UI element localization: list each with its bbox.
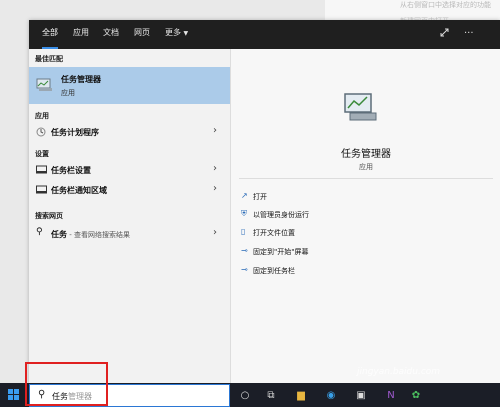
list-item-taskbar-settings[interactable]: 任务栏设置 ›: [29, 160, 230, 180]
tab-documents[interactable]: 文档: [103, 20, 119, 49]
apps-header: 应用: [35, 112, 49, 120]
chevron-right-icon[interactable]: ›: [213, 183, 217, 194]
action-open-file-location[interactable]: 打开文件位置: [253, 228, 295, 238]
action-run-as-admin[interactable]: 以管理员身份运行: [253, 210, 309, 220]
action-pin-to-start[interactable]: 固定到"开始"屏幕: [253, 247, 308, 257]
task-manager-icon: [343, 90, 379, 126]
web-search-header: 搜索网页: [35, 212, 63, 220]
edge-browser-icon[interactable]: ◉: [320, 384, 342, 407]
chevron-down-icon: ▼: [183, 30, 189, 37]
list-item-label: 任务计划程序: [51, 128, 99, 137]
list-item-web-search[interactable]: ⚲ 任务 - 查看网络搜索结果 ›: [29, 224, 230, 244]
action-pin-to-taskbar[interactable]: 固定到任务栏: [253, 266, 295, 276]
task-view-icon[interactable]: ⧉: [260, 384, 282, 407]
watermark: jingyan.baidu.com: [357, 367, 441, 377]
feedback-icon[interactable]: [439, 27, 450, 43]
results-list: 最佳匹配 任务管理器 应用 应用 任务计划程序 › 设置 任务栏设置 › 任务栏…: [29, 49, 230, 383]
tab-more[interactable]: 更多 ▼: [165, 20, 188, 49]
list-item-label: 任务栏通知区域: [51, 186, 107, 195]
chevron-right-icon[interactable]: ›: [213, 163, 217, 174]
task-scheduler-icon: [36, 127, 46, 139]
divider: [239, 178, 493, 179]
preview-title: 任务管理器: [341, 149, 391, 160]
best-match-subtitle: 应用: [61, 89, 75, 97]
preview-subtitle: 应用: [359, 163, 373, 171]
chevron-right-icon[interactable]: ›: [213, 227, 217, 238]
taskbar-settings-icon: [36, 165, 47, 176]
best-match-item[interactable]: 任务管理器 应用: [29, 67, 230, 104]
annotation-highlight-box: [25, 362, 108, 406]
more-options-icon[interactable]: ···: [464, 27, 474, 41]
tab-web[interactable]: 网页: [134, 20, 150, 49]
list-item-taskbar-notification-area[interactable]: 任务栏通知区域 ›: [29, 180, 230, 200]
task-manager-icon: [36, 77, 54, 95]
start-search-panel: 全部 应用 文档 网页 更多 ▼ ··· 最佳匹配 任务管理器 应用 应用 任务…: [29, 20, 500, 383]
onenote-icon[interactable]: N: [380, 384, 402, 407]
settings-header: 设置: [35, 150, 49, 158]
shield-icon: ⛨: [241, 209, 247, 218]
taskbar-settings-icon: [36, 185, 47, 196]
wechat-icon[interactable]: ✿: [405, 384, 427, 407]
app-icon[interactable]: ▣: [350, 384, 372, 407]
search-tabs-bar: 全部 应用 文档 网页 更多 ▼ ···: [29, 20, 500, 49]
web-search-label: 任务 - 查看网络搜索结果: [51, 230, 130, 239]
cortana-icon[interactable]: ○: [234, 384, 256, 407]
open-icon: ↗: [241, 191, 248, 200]
pin-icon: ⊸: [241, 246, 248, 255]
tab-apps[interactable]: 应用: [73, 20, 89, 49]
best-match-header: 最佳匹配: [35, 55, 63, 63]
action-open[interactable]: 打开: [253, 192, 267, 202]
tab-all[interactable]: 全部: [42, 20, 58, 49]
best-match-title: 任务管理器: [61, 75, 101, 84]
list-item-task-scheduler[interactable]: 任务计划程序 ›: [29, 122, 230, 142]
search-icon: ⚲: [36, 227, 43, 237]
pin-icon: ⊸: [241, 265, 248, 274]
windows-start-icon[interactable]: [8, 389, 20, 401]
chevron-right-icon[interactable]: ›: [213, 125, 217, 136]
file-location-icon: ▯: [241, 227, 246, 236]
list-item-label: 任务栏设置: [51, 166, 91, 175]
tab-more-label: 更多: [165, 28, 181, 37]
file-explorer-icon[interactable]: ▆: [290, 384, 312, 407]
preview-pane: 任务管理器 应用 ↗ 打开 ⛨ 以管理员身份运行 ▯ 打开文件位置 ⊸ 固定到"…: [230, 49, 500, 383]
background-hint: 从右侧窗口中选择对应的功能: [400, 1, 491, 9]
